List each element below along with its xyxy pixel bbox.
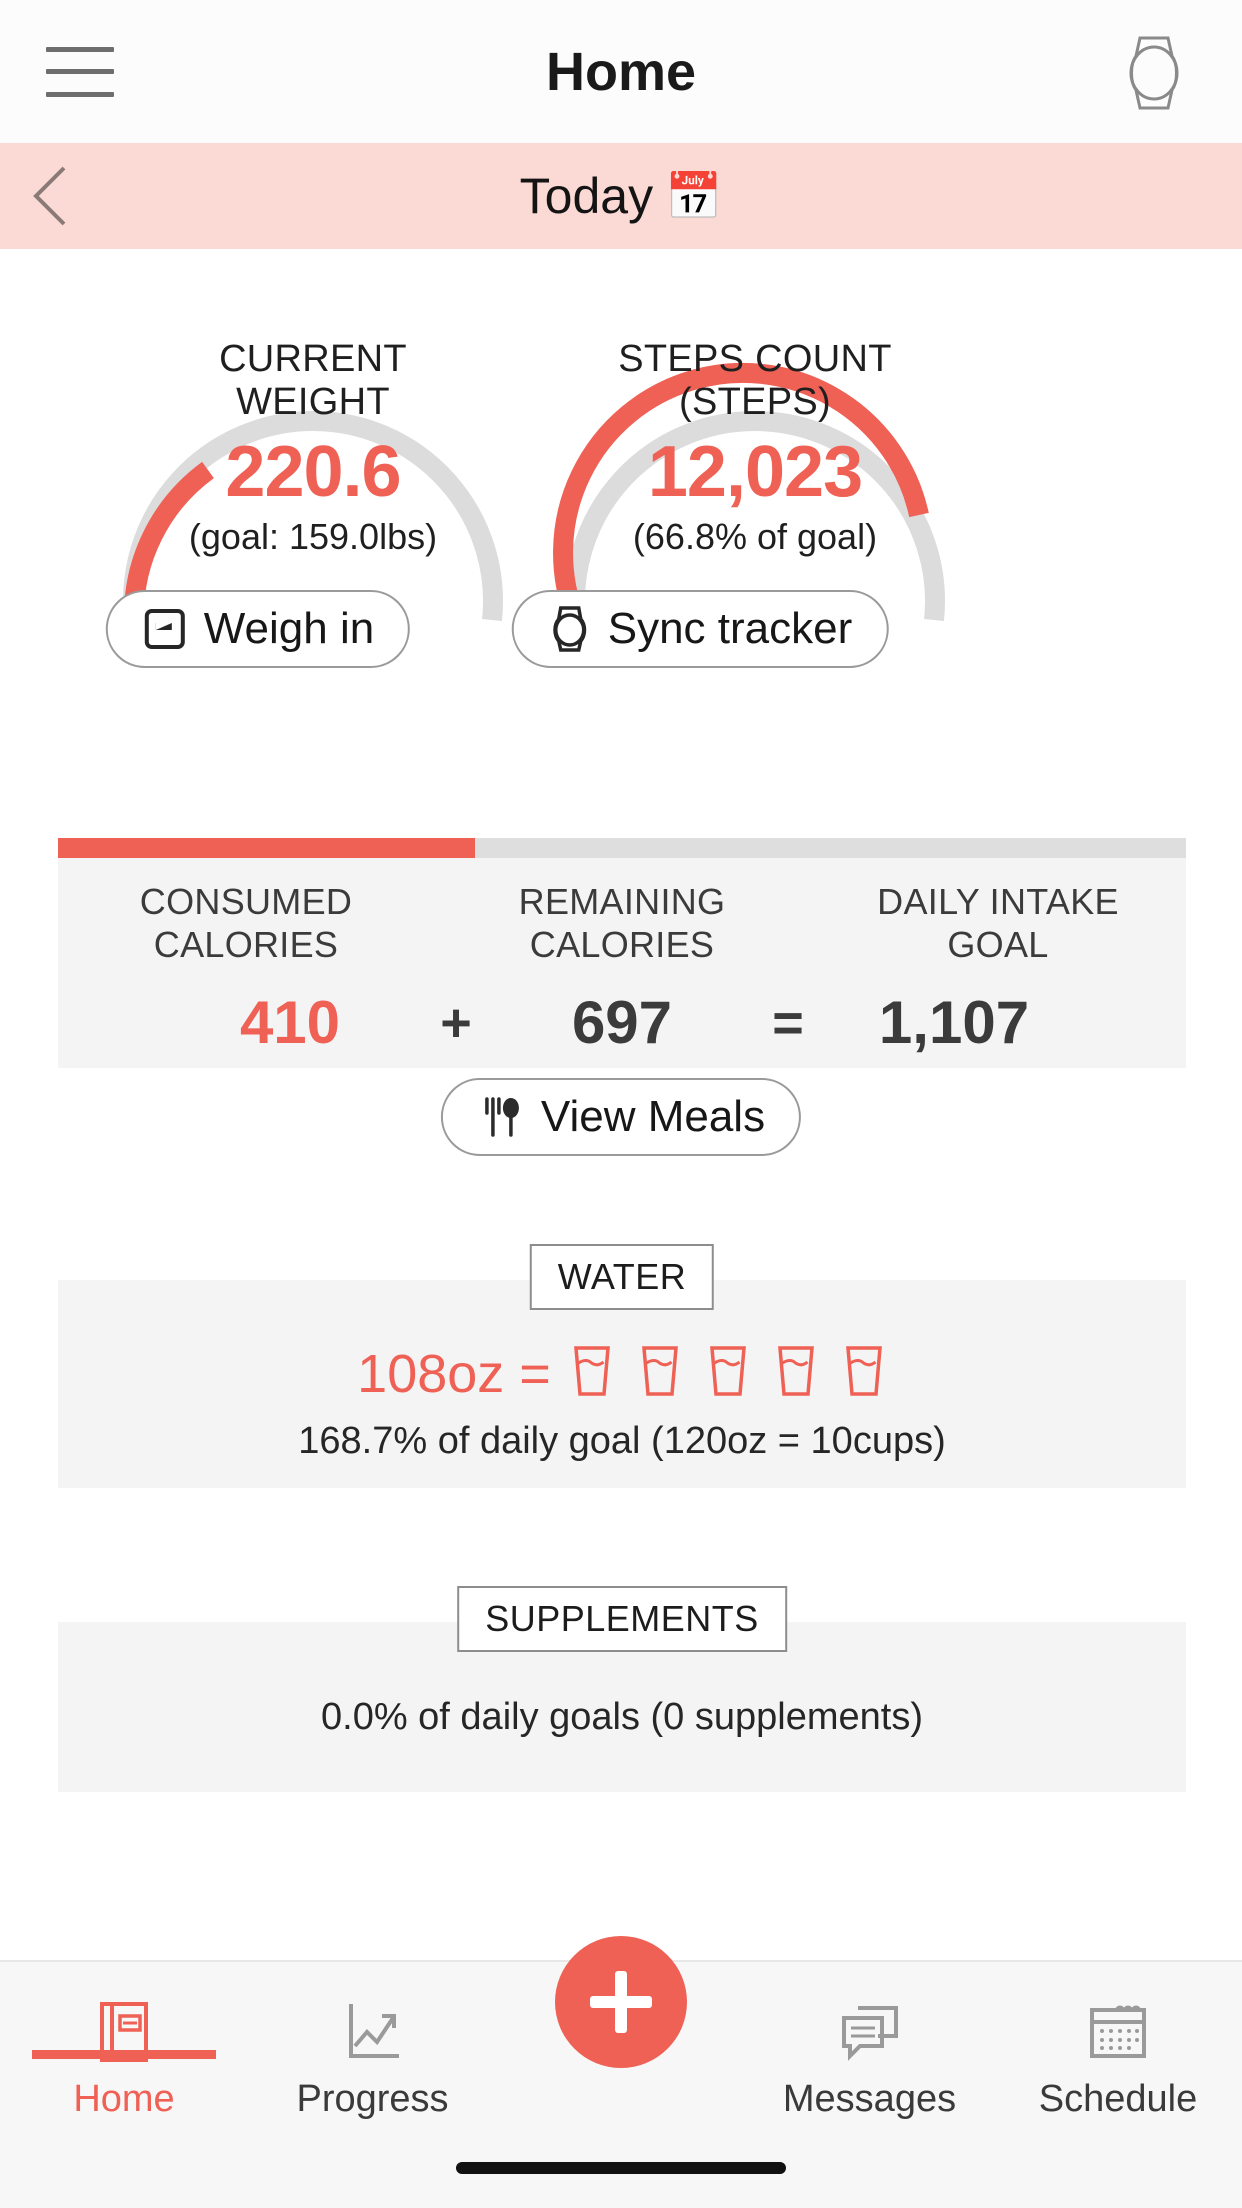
fitness-tracker-icon	[553, 606, 587, 652]
weight-goal-text: (goal: 159.0lbs)	[188, 516, 438, 558]
nav-active-indicator	[32, 2050, 216, 2059]
consumed-calories-value: 410	[239, 989, 341, 1056]
calendar-icon: 📅	[665, 170, 723, 222]
weight-ring-label-line1: CURRENT	[219, 338, 407, 380]
consumed-calories-header: CONSUMED CALORIES	[139, 881, 353, 966]
nav-label-progress: Progress	[296, 2078, 449, 2120]
app-header: Home	[0, 0, 1242, 143]
water-glass-icon[interactable]	[841, 1342, 887, 1405]
water-glass-icon[interactable]	[773, 1342, 819, 1405]
sync-tracker-label: Sync tracker	[607, 604, 853, 653]
nav-item-schedule[interactable]: Schedule	[994, 1962, 1242, 2121]
current-weight-ring-card: CURRENT WEIGHT 220.6 (goal: 159.0lbs) We…	[38, 290, 503, 690]
steps-value: 12,023	[647, 432, 863, 513]
steps-goal-text: (66.8% of goal)	[632, 516, 878, 558]
weight-ring-text: CURRENT WEIGHT 220.6 (goal: 159.0lbs)	[98, 290, 528, 620]
weight-value: 220.6	[225, 432, 401, 513]
water-glass-icon[interactable]	[569, 1342, 615, 1405]
calendar-icon	[1090, 2005, 1146, 2058]
date-navigation-bar: Today 📅	[0, 143, 1242, 249]
water-glasses-row[interactable]	[569, 1342, 887, 1405]
nav-item-home[interactable]: Home	[0, 1962, 248, 2121]
water-glass-icon[interactable]	[705, 1342, 751, 1405]
calories-values-row: 410 + 697 = 1,107	[58, 988, 1186, 1057]
calories-headers-row: CONSUMED CALORIES REMAINING CALORIES DAI…	[58, 880, 1186, 966]
steps-ring-text: STEPS COUNT (STEPS) 12,023 (66.8% of goa…	[540, 290, 970, 620]
weigh-in-label: Weigh in	[203, 604, 375, 653]
nav-label-schedule: Schedule	[1038, 2078, 1198, 2120]
water-card: WATER 108oz = 168.7% of daily goal (120o…	[58, 1244, 1186, 1488]
plus-operator: +	[440, 992, 472, 1053]
remaining-calories-value: 697	[571, 989, 673, 1056]
supplements-card: SUPPLEMENTS 0.0% of daily goals (0 suppl…	[58, 1586, 1186, 1792]
steps-ring-label-line2: (STEPS)	[678, 380, 831, 423]
date-label[interactable]: Today 📅	[520, 167, 723, 225]
steps-count-ring-card: STEPS COUNT (STEPS) 12,023 (66.8% of goa…	[480, 290, 945, 690]
metric-rings-row: CURRENT WEIGHT 220.6 (goal: 159.0lbs) We…	[0, 290, 1242, 668]
add-entry-fab[interactable]	[555, 1936, 687, 2068]
calories-progress-track	[58, 838, 1186, 858]
equals-operator: =	[772, 992, 804, 1053]
view-meals-label: View Meals	[540, 1092, 766, 1141]
water-badge: WATER	[529, 1244, 715, 1310]
nav-item-progress[interactable]: Progress	[249, 1962, 497, 2121]
weight-ring-label-line2: WEIGHT	[236, 380, 390, 423]
app-screen: Home Today 📅 CURRENT WEIGHT 220.6 (goal:…	[0, 0, 1242, 2208]
fork-knife-icon	[485, 1097, 519, 1137]
view-meals-button[interactable]: View Meals	[440, 1078, 802, 1156]
nav-label-home: Home	[73, 2078, 175, 2120]
weigh-in-button[interactable]: Weigh in	[105, 590, 411, 668]
chevron-left-icon[interactable]	[22, 160, 82, 232]
sync-tracker-button[interactable]: Sync tracker	[511, 590, 889, 668]
nav-item-messages[interactable]: Messages	[746, 1962, 994, 2121]
calories-card: CONSUMED CALORIES REMAINING CALORIES DAI…	[58, 838, 1186, 1068]
home-indicator	[456, 2162, 786, 2174]
water-amount-text: 108oz =	[357, 1343, 551, 1404]
supplements-goal-text: 0.0% of daily goals (0 supplements)	[321, 1696, 923, 1738]
page-title: Home	[545, 41, 697, 102]
daily-intake-goal-header: DAILY INTAKE GOAL	[877, 881, 1119, 966]
nav-label-messages: Messages	[782, 2078, 957, 2120]
chat-bubbles-icon	[841, 2006, 898, 2061]
supplements-badge: SUPPLEMENTS	[457, 1586, 787, 1652]
daily-intake-goal-value: 1,107	[878, 989, 1030, 1056]
water-goal-text: 168.7% of daily goal (120oz = 10cups)	[298, 1420, 946, 1462]
date-text: Today	[519, 168, 654, 224]
scale-icon	[144, 609, 185, 649]
water-amount-row: 108oz =	[58, 1342, 1186, 1405]
calories-progress-fill	[58, 838, 476, 858]
line-chart-icon	[348, 2004, 399, 2058]
steps-ring-label-line1: STEPS COUNT	[618, 338, 892, 380]
remaining-calories-header: REMAINING CALORIES	[518, 881, 726, 966]
water-glass-icon[interactable]	[637, 1342, 683, 1405]
fitness-tracker-icon[interactable]	[1118, 30, 1190, 114]
